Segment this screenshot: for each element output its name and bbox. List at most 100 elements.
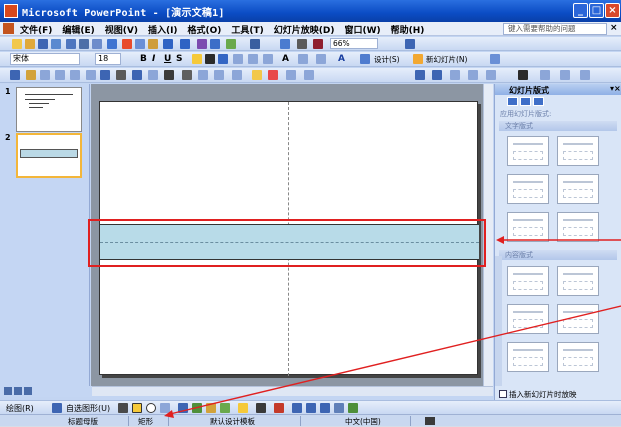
toolbar-options-icon[interactable] xyxy=(490,54,500,64)
font-color-tool-icon[interactable] xyxy=(274,403,284,413)
center-icon[interactable] xyxy=(205,54,215,64)
spelling-icon[interactable] xyxy=(107,39,117,49)
bullets-icon[interactable] xyxy=(248,54,258,64)
permission-icon[interactable] xyxy=(51,39,61,49)
expand-all-icon[interactable] xyxy=(250,39,260,49)
redo-icon[interactable] xyxy=(180,39,190,49)
rectangle-icon[interactable] xyxy=(116,70,126,80)
design-button[interactable]: 设计(S) xyxy=(374,54,400,65)
layout-thumb[interactable] xyxy=(557,136,599,166)
layout-thumb[interactable] xyxy=(507,342,549,372)
insert-diagram-icon[interactable] xyxy=(226,39,236,49)
picture-icon[interactable] xyxy=(70,70,80,80)
menu-format[interactable]: 格式(O) xyxy=(188,23,222,36)
menu-window[interactable]: 窗口(W) xyxy=(345,23,381,36)
select-icon[interactable] xyxy=(10,70,20,80)
design-icon[interactable] xyxy=(360,54,370,64)
shadow-tool-icon[interactable] xyxy=(334,403,344,413)
group-icon[interactable] xyxy=(286,70,296,80)
help-icon[interactable] xyxy=(405,39,415,49)
oval-icon[interactable] xyxy=(132,70,142,80)
dash-style-tool-icon[interactable] xyxy=(306,403,316,413)
line-color-tool-icon[interactable] xyxy=(256,403,266,413)
draw-menu[interactable]: 绘图(R) xyxy=(6,403,34,414)
menu-edit[interactable]: 编辑(E) xyxy=(62,23,94,36)
home-icon[interactable] xyxy=(533,97,544,106)
wordart-icon[interactable] xyxy=(55,70,65,80)
back-icon[interactable] xyxy=(507,97,518,106)
slide-prev-icon[interactable] xyxy=(415,70,425,80)
layout-thumb[interactable] xyxy=(557,212,599,242)
normal-view-icon[interactable] xyxy=(4,387,12,395)
layout-thumb[interactable] xyxy=(507,212,549,242)
arrow-icon[interactable] xyxy=(100,70,110,80)
task-pane-close-icon[interactable]: ▾× xyxy=(610,84,621,93)
distribute-icon[interactable] xyxy=(518,70,528,80)
help-search-input[interactable]: 键入需要帮助的问题 xyxy=(503,23,607,35)
insert-chart-icon[interactable] xyxy=(197,39,207,49)
dash-style-icon[interactable] xyxy=(198,70,208,80)
line-style-icon[interactable] xyxy=(182,70,192,80)
checkbox-icon[interactable] xyxy=(499,390,507,398)
arrow-style-icon[interactable] xyxy=(214,70,224,80)
align-right-icon[interactable] xyxy=(218,54,228,64)
email-icon[interactable] xyxy=(66,39,76,49)
font-size-decrease-icon[interactable] xyxy=(298,54,308,64)
print-preview-icon[interactable] xyxy=(92,39,102,49)
align-icon[interactable] xyxy=(486,70,496,80)
wordart-tool-icon[interactable] xyxy=(178,403,188,413)
save-icon[interactable] xyxy=(38,39,48,49)
layout-thumb[interactable] xyxy=(507,304,549,334)
menu-slideshow[interactable]: 幻灯片放映(D) xyxy=(274,23,335,36)
diagram-tool-icon[interactable] xyxy=(192,403,202,413)
font-size-increase-button[interactable]: A xyxy=(282,54,289,64)
rectangle-tool-icon[interactable] xyxy=(132,403,142,413)
slideshow-view-icon[interactable] xyxy=(24,387,32,395)
font-size-select[interactable]: 18 xyxy=(95,53,121,65)
menu-file[interactable]: 文件(F) xyxy=(20,23,52,36)
line-icon[interactable] xyxy=(86,70,96,80)
layout-thumb[interactable] xyxy=(507,174,549,204)
line-color-icon[interactable] xyxy=(164,70,174,80)
fill-icon[interactable] xyxy=(148,70,158,80)
show-formatting-icon[interactable] xyxy=(280,39,290,49)
close-doc-icon[interactable]: × xyxy=(610,23,618,33)
font-name-select[interactable]: 宋体 xyxy=(10,53,80,65)
layout-thumb[interactable] xyxy=(507,136,549,166)
layout-thumb[interactable] xyxy=(557,266,599,296)
fill-color-icon[interactable] xyxy=(238,403,248,413)
line-tool-icon[interactable] xyxy=(118,403,128,413)
copy-icon[interactable] xyxy=(135,39,145,49)
menu-help[interactable]: 帮助(H) xyxy=(391,23,425,36)
picture-tool-icon[interactable] xyxy=(220,403,230,413)
font-color-button[interactable]: A xyxy=(338,54,345,64)
forward-icon[interactable] xyxy=(520,97,531,106)
shadow-button[interactable]: S xyxy=(176,54,182,64)
clip-icon[interactable] xyxy=(26,70,36,80)
select-objects-icon[interactable] xyxy=(52,403,62,413)
powerpoint-app-icon[interactable] xyxy=(4,4,18,18)
maximize-button[interactable]: □ xyxy=(589,3,604,18)
task-pane-scrollbar[interactable] xyxy=(495,256,502,386)
textbox-icon[interactable] xyxy=(40,70,50,80)
layout-thumb[interactable] xyxy=(557,342,599,372)
zoom-select[interactable]: 66% xyxy=(330,38,378,49)
flip-icon[interactable] xyxy=(560,70,570,80)
menu-insert[interactable]: 插入(I) xyxy=(148,23,178,36)
show-on-insert-option[interactable]: 插入新幻灯片时放映 xyxy=(499,389,577,400)
crop-icon[interactable] xyxy=(580,70,590,80)
horizontal-scrollbar[interactable] xyxy=(92,386,493,396)
sorter-view-icon[interactable] xyxy=(14,387,22,395)
bring-front-icon[interactable] xyxy=(450,70,460,80)
print-icon[interactable] xyxy=(79,39,89,49)
minimize-button[interactable]: _ xyxy=(573,3,588,18)
indent-icon[interactable] xyxy=(263,54,273,64)
oval-tool-icon[interactable] xyxy=(146,403,156,413)
slide-thumbnail-2[interactable] xyxy=(16,133,82,178)
layout-thumb[interactable] xyxy=(557,174,599,204)
align-left-icon[interactable] xyxy=(192,54,202,64)
open-icon[interactable] xyxy=(25,39,35,49)
italic-button[interactable]: I xyxy=(152,54,155,64)
line-style-tool-icon[interactable] xyxy=(292,403,302,413)
new-icon[interactable] xyxy=(12,39,22,49)
